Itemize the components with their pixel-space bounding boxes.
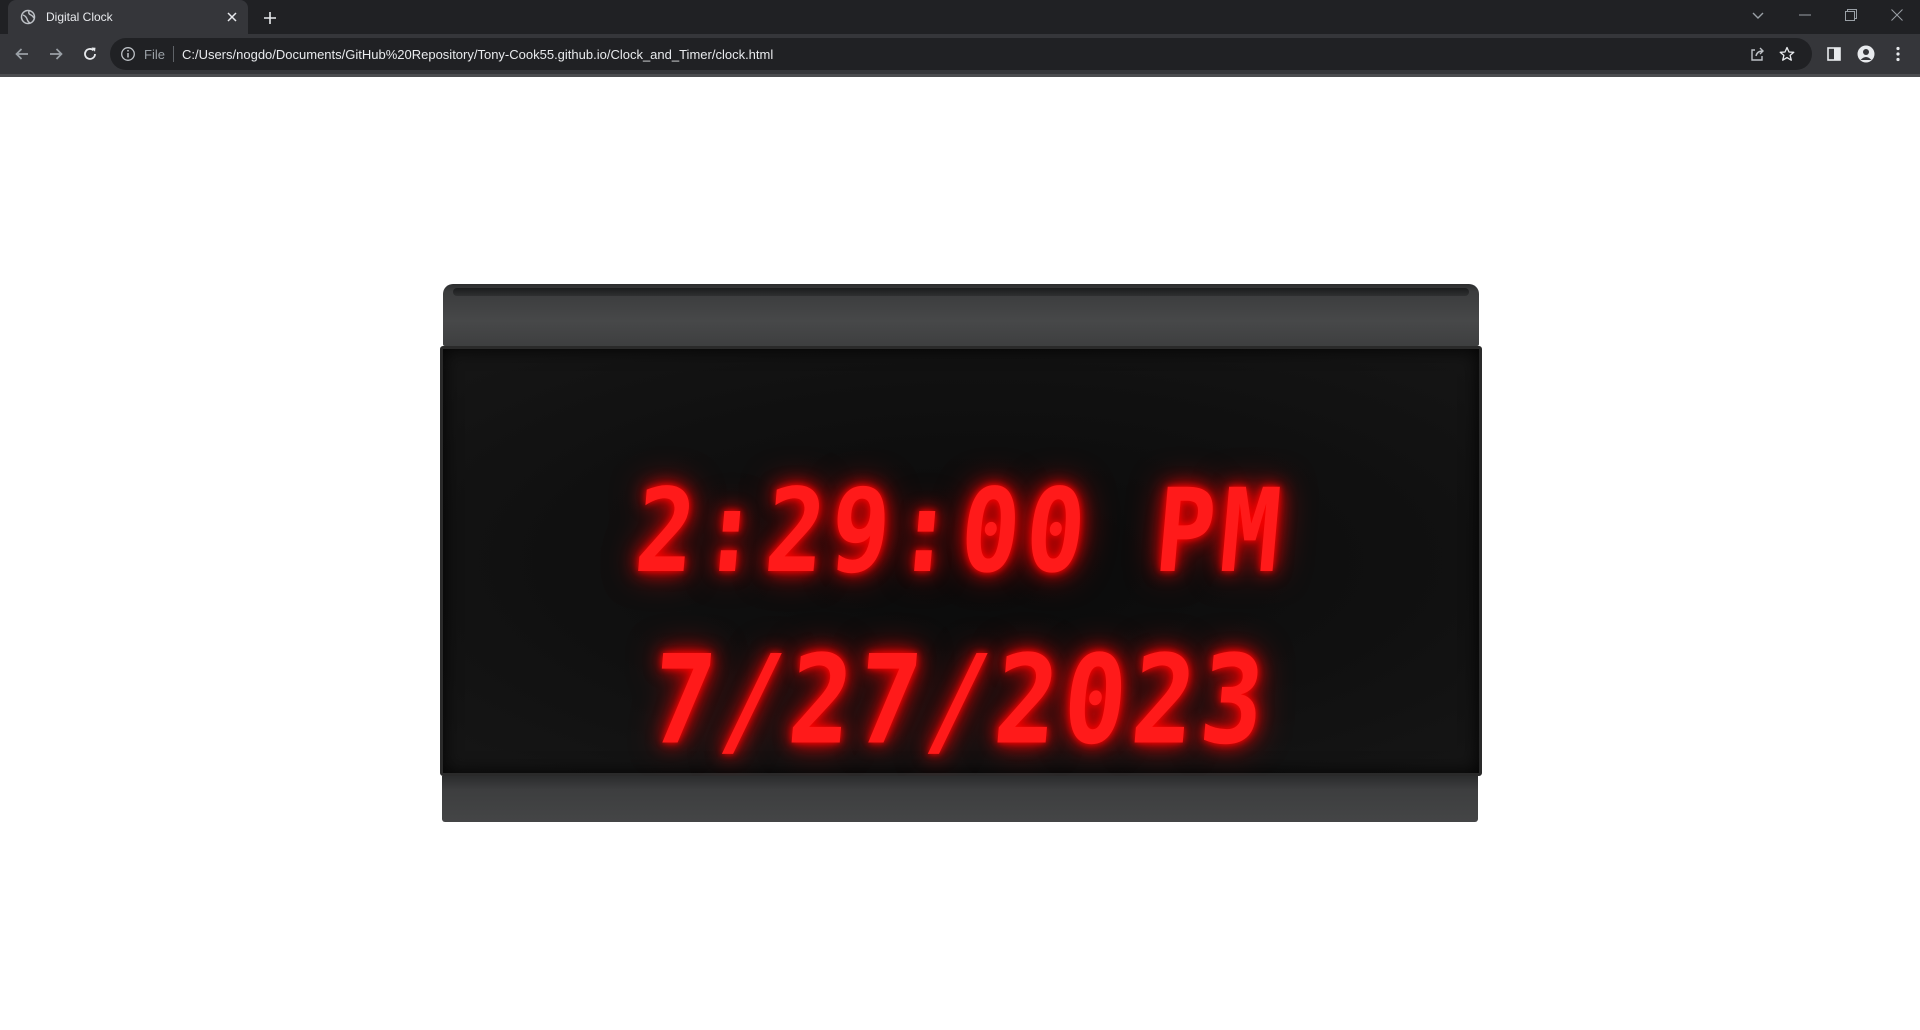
clock-top-ridge — [453, 288, 1469, 296]
clock-time: 2:29:00 PM — [630, 464, 1292, 600]
address-bar[interactable]: File C:/Users/nogdo/Documents/GitHub%20R… — [110, 38, 1812, 70]
restore-icon[interactable] — [1828, 0, 1874, 30]
chevron-down-icon[interactable] — [1746, 4, 1770, 28]
toolbar-border — [0, 74, 1920, 77]
clock-top-housing — [443, 284, 1479, 346]
active-tab[interactable]: Digital Clock — [8, 0, 248, 34]
tab-title: Digital Clock — [46, 10, 113, 24]
tab-strip: Digital Clock — [0, 0, 1920, 34]
kebab-menu-icon[interactable] — [1882, 38, 1914, 70]
window-controls — [1782, 0, 1920, 30]
clock-display: 2:29:00 PM 7/27/2023 — [440, 346, 1482, 776]
back-arrow-icon[interactable] — [6, 38, 38, 70]
divider — [172, 46, 174, 62]
browser-toolbar: File C:/Users/nogdo/Documents/GitHub%20R… — [0, 34, 1920, 74]
forward-arrow-icon[interactable] — [40, 38, 72, 70]
toolbar-actions — [1818, 38, 1914, 70]
reload-icon[interactable] — [74, 38, 106, 70]
side-panel-icon[interactable] — [1818, 38, 1850, 70]
profile-icon[interactable] — [1850, 38, 1882, 70]
digital-clock: 2:29:00 PM 7/27/2023 — [440, 284, 1482, 822]
window-close-icon[interactable] — [1874, 0, 1920, 30]
plus-icon[interactable] — [258, 6, 282, 30]
star-icon[interactable] — [1772, 40, 1802, 68]
url-text[interactable]: C:/Users/nogdo/Documents/GitHub%20Reposi… — [182, 47, 1742, 62]
globe-icon — [20, 9, 36, 25]
close-icon[interactable] — [224, 9, 240, 25]
clock-bottom-housing — [442, 776, 1478, 822]
minimize-icon[interactable] — [1782, 0, 1828, 30]
info-icon[interactable] — [120, 46, 136, 62]
url-scheme-label: File — [144, 46, 165, 62]
clock-date: 7/27/2023 — [645, 628, 1277, 772]
share-icon[interactable] — [1742, 40, 1772, 68]
